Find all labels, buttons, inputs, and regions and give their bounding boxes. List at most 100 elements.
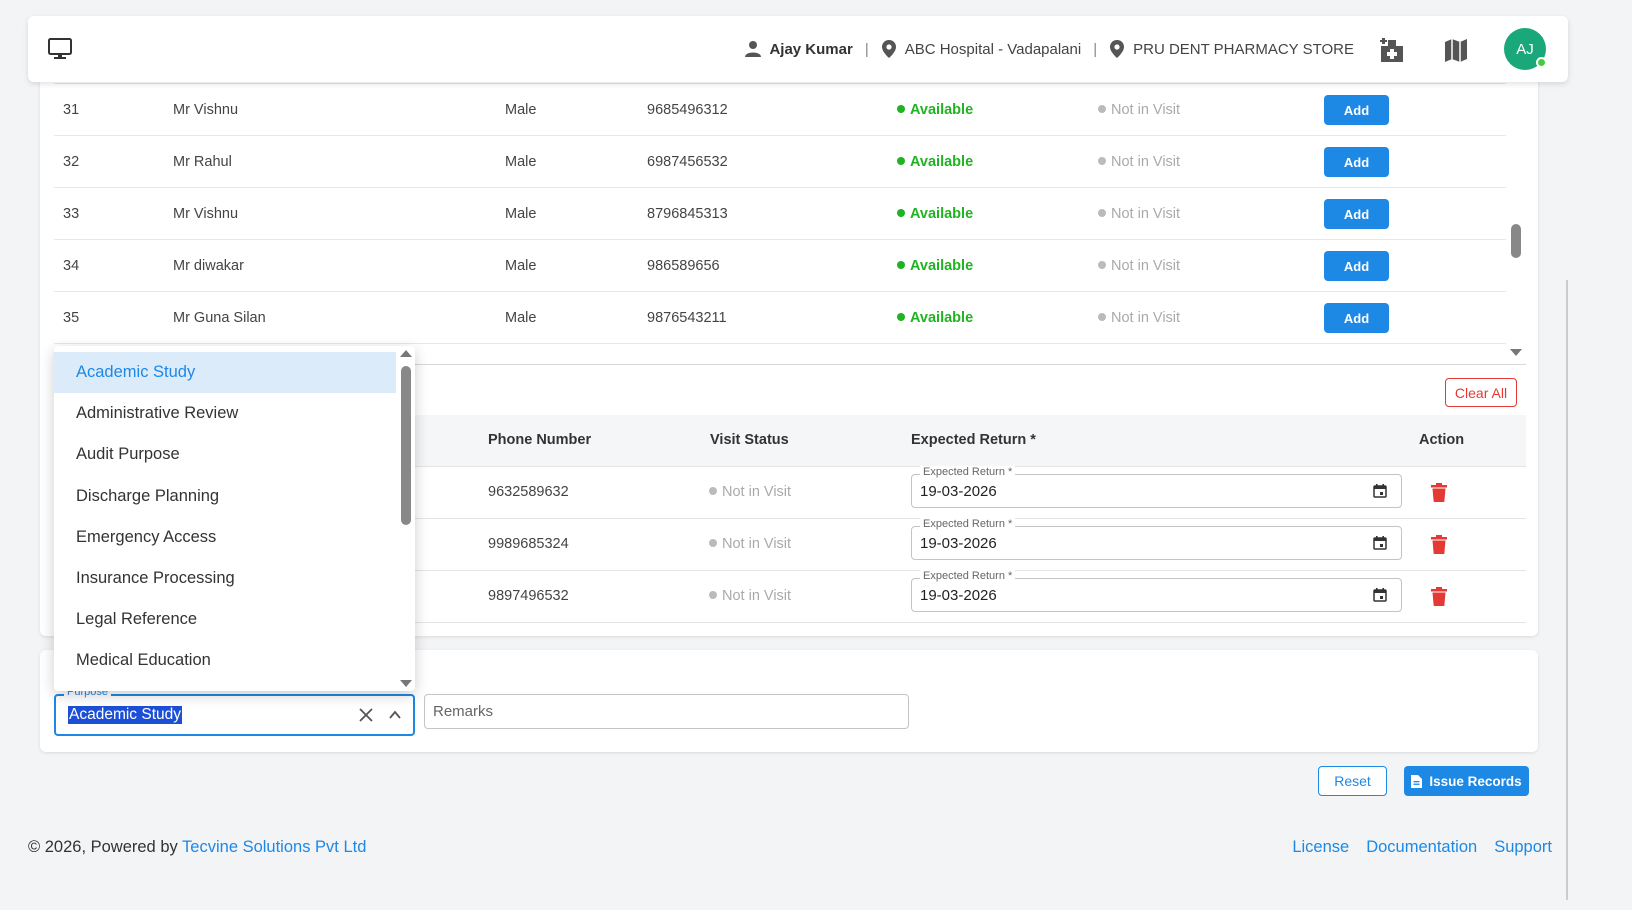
clear-all-button[interactable]: Clear All <box>1445 378 1517 407</box>
page-scrollbar[interactable] <box>1566 280 1568 900</box>
calendar-icon[interactable] <box>1373 536 1387 550</box>
visit-status: Not in Visit <box>709 484 791 500</box>
available-records-table[interactable]: 30Mr BalajiMale8798564465AvailableNot in… <box>54 58 1506 364</box>
phone-number: 9989685324 <box>488 536 569 552</box>
map-icon[interactable] <box>1442 36 1470 64</box>
phone-number: 986589656 <box>647 258 720 274</box>
status-dot <box>1098 313 1106 322</box>
availability-text: Available <box>910 102 974 118</box>
issue-records-label: Issue Records <box>1429 773 1522 789</box>
purpose-option[interactable]: Administrative Review <box>54 393 396 434</box>
gender: Male <box>505 310 537 326</box>
scroll-down-arrow-icon[interactable] <box>400 680 412 687</box>
reset-button[interactable]: Reset <box>1318 766 1387 796</box>
phone-number: 9876543211 <box>647 310 727 326</box>
row-number: 35 <box>63 310 80 326</box>
table-scrollbar[interactable] <box>1510 58 1522 364</box>
availability-status: Available <box>897 258 973 274</box>
availability-status: Available <box>897 310 973 326</box>
status-dot <box>709 539 717 548</box>
issue-records-button[interactable]: Issue Records <box>1404 766 1529 796</box>
visit-status: Not in Visit <box>709 588 791 604</box>
status-dot <box>1098 261 1106 270</box>
column-header-action: Action <box>1419 432 1465 448</box>
status-dot <box>709 487 717 496</box>
calendar-icon[interactable] <box>1373 588 1387 602</box>
phone-number: 9897496532 <box>488 588 569 604</box>
table-scrollbar-thumb[interactable] <box>1511 224 1521 258</box>
purpose-dropdown-list[interactable]: Medical Education Legal Reference Insuranc… <box>54 346 415 691</box>
availability-status: Available <box>897 154 973 170</box>
purpose-input-value[interactable]: Academic Study <box>68 706 182 724</box>
purpose-option[interactable]: Discharge Planning <box>54 476 396 517</box>
expected-return-value[interactable]: 19-03-2026 <box>920 483 997 500</box>
delete-icon[interactable] <box>1431 587 1447 606</box>
store-name: PRU DENT PHARMACY STORE <box>1133 40 1354 58</box>
purpose-option[interactable]: Legal Reference <box>54 599 396 640</box>
column-header-visit-status: Visit Status <box>710 432 789 448</box>
purpose-option[interactable]: Medical Education <box>54 640 396 681</box>
delete-icon[interactable] <box>1431 535 1447 554</box>
copyright-text: © 2026, Powered by <box>28 838 178 856</box>
column-header-phone: Phone Number <box>488 432 592 448</box>
status-dot <box>1098 209 1106 218</box>
availability-text: Available <box>910 310 974 326</box>
visit-status-text: Not in Visit <box>1111 310 1181 326</box>
user-name: Ajay Kumar <box>769 40 853 58</box>
add-button[interactable]: Add <box>1324 147 1389 177</box>
row-number: 31 <box>63 102 80 118</box>
add-button[interactable]: Add <box>1324 199 1389 229</box>
dropdown-scrollbar-thumb[interactable] <box>401 366 411 525</box>
avatar[interactable]: AJ <box>1504 28 1547 70</box>
online-status-dot <box>1536 57 1547 68</box>
company-link[interactable]: Tecvine Solutions Pvt Ltd <box>182 838 366 856</box>
table-row: 35 Mr Guna Silan Male 9876543211 Available No… <box>54 292 1506 344</box>
add-button[interactable]: Add <box>1324 303 1389 333</box>
add-button[interactable]: Add <box>1324 251 1389 281</box>
status-dot <box>709 591 717 600</box>
expected-return-label: Expected Return * <box>920 466 1016 478</box>
scroll-up-arrow-icon[interactable] <box>400 350 412 357</box>
remarks-input[interactable] <box>425 695 908 728</box>
purpose-option[interactable]: Academic Study <box>54 352 396 393</box>
location-pin-icon <box>881 40 896 58</box>
visit-status-text: Not in Visit <box>1111 102 1181 118</box>
expected-return-date-field[interactable]: Expected Return * 19-03-2026 <box>911 518 1402 560</box>
available-dot <box>897 313 905 322</box>
patient-name: Mr Rahul <box>173 154 232 170</box>
phone-number: 6987456532 <box>647 154 728 170</box>
patient-name: Mr Vishnu <box>173 206 239 222</box>
license-link[interactable]: License <box>1292 838 1349 857</box>
calendar-icon[interactable] <box>1373 484 1387 498</box>
clear-icon[interactable] <box>358 707 374 723</box>
expected-return-date-field[interactable]: Expected Return * 19-03-2026 <box>911 466 1402 508</box>
gender: Male <box>505 258 537 274</box>
delete-icon[interactable] <box>1431 483 1447 502</box>
visit-status: Not in Visit <box>1098 310 1180 326</box>
phone-number: 9685496312 <box>647 102 728 118</box>
add-button[interactable]: Add <box>1324 95 1389 125</box>
scroll-down-arrow-icon[interactable] <box>1510 349 1522 356</box>
purpose-option[interactable]: Audit Purpose <box>54 434 396 475</box>
monitor-icon[interactable] <box>48 38 72 60</box>
availability-status: Available <box>897 206 973 222</box>
row-number: 34 <box>63 258 80 274</box>
hospital-add-icon[interactable] <box>1378 36 1406 64</box>
user-icon <box>745 41 762 57</box>
support-link[interactable]: Support <box>1494 838 1552 857</box>
purpose-option[interactable]: Insurance Processing <box>54 558 396 599</box>
purpose-option[interactable]: Emergency Access <box>54 517 396 558</box>
documentation-link[interactable]: Documentation <box>1366 838 1477 857</box>
expected-return-date-field[interactable]: Expected Return * 19-03-2026 <box>911 570 1402 612</box>
gender: Male <box>505 102 537 118</box>
footer-links: License Documentation Support <box>1292 838 1552 857</box>
chevron-up-icon[interactable] <box>388 708 402 722</box>
visit-status-text: Not in Visit <box>1111 258 1181 274</box>
availability-text: Available <box>910 154 974 170</box>
expected-return-value[interactable]: 19-03-2026 <box>920 535 997 552</box>
expected-return-value[interactable]: 19-03-2026 <box>920 587 997 604</box>
purpose-autocomplete[interactable]: Purpose Academic Study <box>54 686 415 736</box>
visit-status-text: Not in Visit <box>722 484 792 500</box>
remarks-field[interactable] <box>424 694 909 729</box>
availability-text: Available <box>910 258 974 274</box>
